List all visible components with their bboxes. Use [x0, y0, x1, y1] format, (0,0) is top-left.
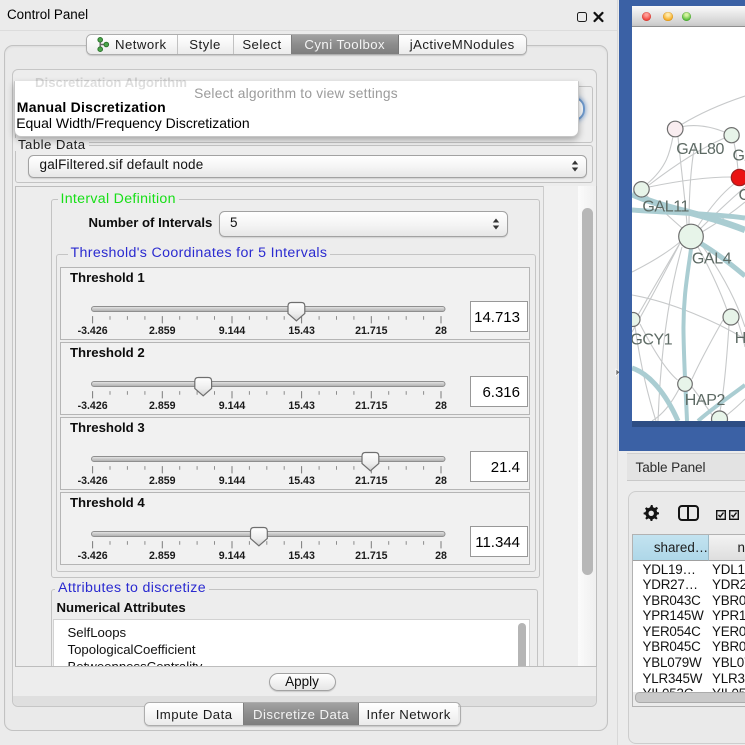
- svg-text:GCY1: GCY1: [632, 332, 673, 349]
- svg-text:GAL4: GAL4: [692, 251, 732, 268]
- svg-text:GAL80: GAL80: [676, 141, 724, 158]
- svg-text:HAP2: HAP2: [685, 392, 726, 409]
- svg-text:HIS7: HIS7: [735, 330, 745, 347]
- svg-text:GAL4: GAL4: [733, 148, 745, 165]
- svg-text:GAL11: GAL11: [642, 199, 689, 216]
- svg-text:CDC2: CDC2: [739, 187, 745, 204]
